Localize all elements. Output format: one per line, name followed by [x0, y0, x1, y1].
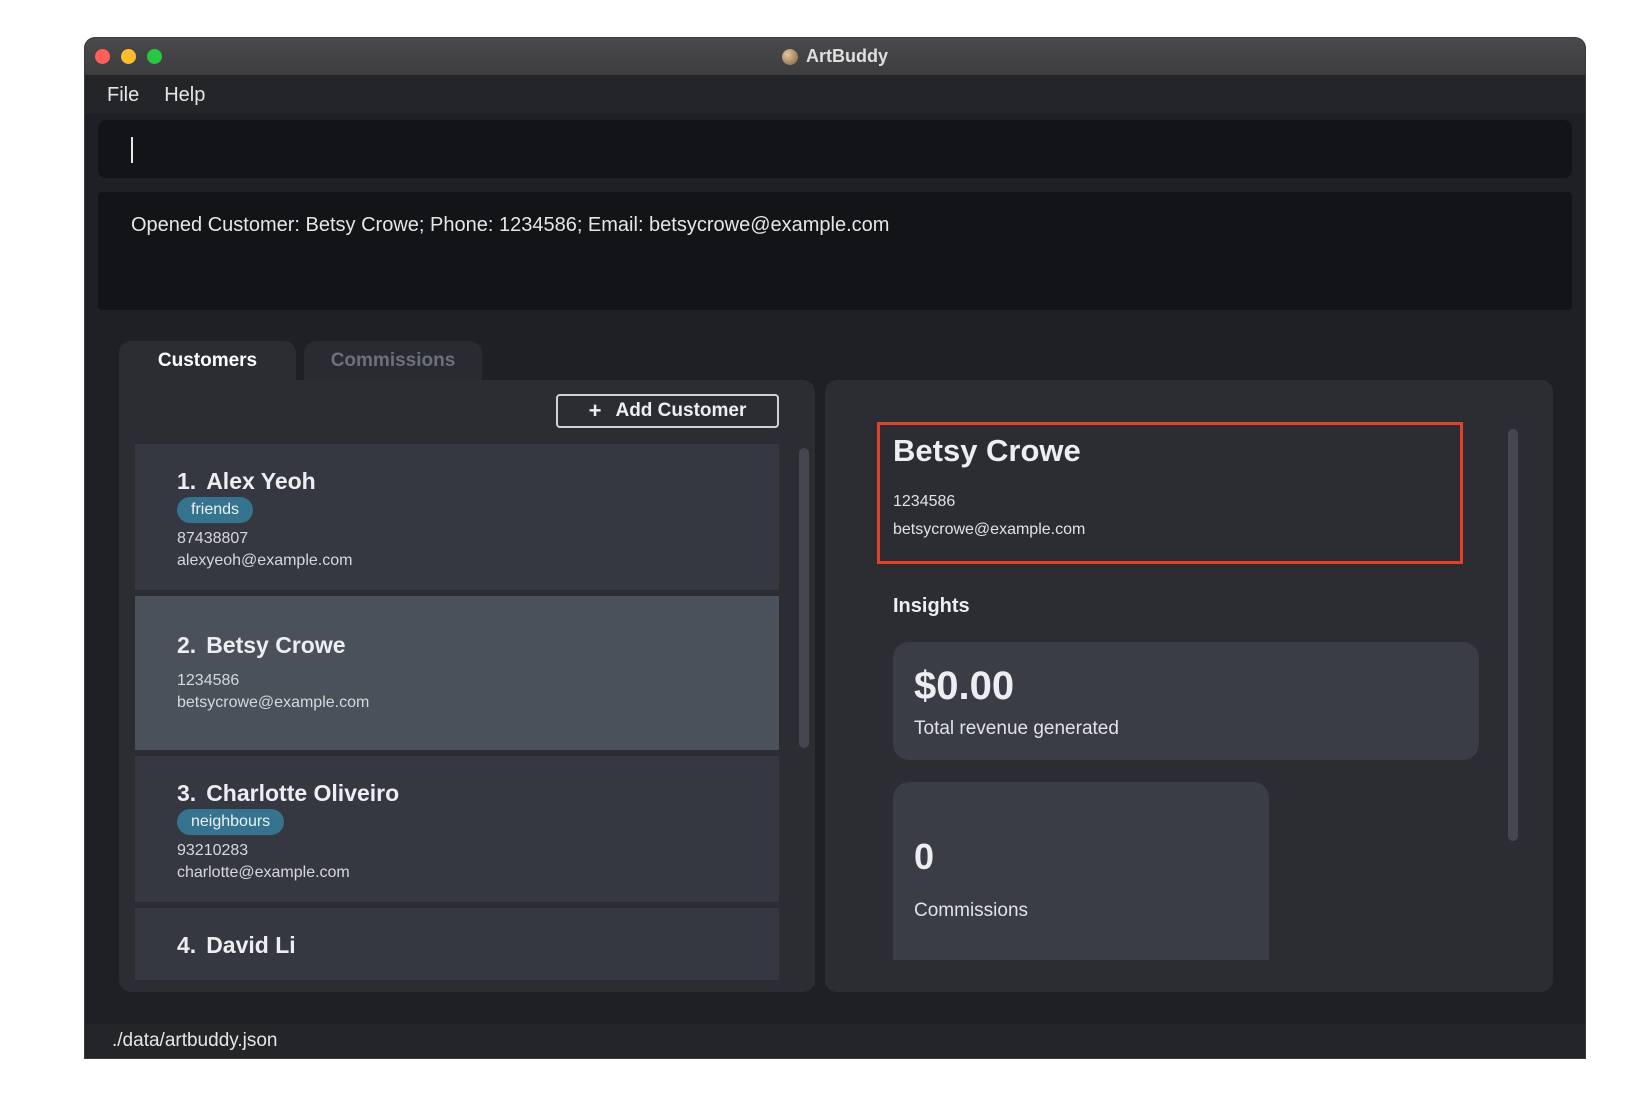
customer-tag: neighbours — [177, 809, 285, 835]
customer-card-selected[interactable]: 2. Betsy Crowe 1234586 betsycrowe@example… — [135, 596, 779, 750]
customer-phone: 87438807 — [177, 530, 249, 547]
customer-email: charlotte@example.com — [177, 864, 350, 881]
customer-tag: friends — [177, 497, 254, 523]
result-message: Opened Customer: Betsy Crowe; Phone: 123… — [131, 214, 890, 236]
detail-email: betsycrowe@example.com — [893, 521, 1086, 538]
result-display: Opened Customer: Betsy Crowe; Phone: 123… — [98, 192, 1572, 310]
customer-card[interactable]: 3. Charlotte Oliveiro neighbours 93210283… — [135, 756, 779, 902]
detail-phone: 1234586 — [893, 493, 956, 510]
palette-icon — [782, 48, 798, 65]
customer-detail-header: Betsy Crowe 1234586 betsycrowe@example.c… — [877, 422, 1463, 564]
commissions-count: 0 — [914, 836, 935, 877]
add-customer-button[interactable]: + Add Customer — [556, 394, 779, 428]
detail-name: Betsy Crowe — [893, 433, 1081, 468]
customer-list-scrollbar[interactable] — [799, 448, 809, 748]
customer-name: 2. Betsy Crowe — [177, 632, 346, 658]
app-window: ArtBuddy File Help Opened Customer: Bets… — [85, 38, 1585, 1058]
data-file-path: ./data/artbuddy.json — [112, 1030, 278, 1051]
customer-name: 3. Charlotte Oliveiro — [177, 780, 400, 806]
customer-email: betsycrowe@example.com — [177, 694, 370, 711]
detail-scrollbar[interactable] — [1508, 429, 1518, 841]
customer-name: 1. Alex Yeoh — [177, 468, 316, 494]
customer-card[interactable]: 4. David Li — [135, 908, 779, 980]
customer-email: alexyeoh@example.com — [177, 552, 353, 569]
title-bar: ArtBuddy — [85, 38, 1585, 76]
customer-name: 4. David Li — [177, 932, 296, 958]
customer-card[interactable]: 1. Alex Yeoh friends 87438807 alexyeoh@ex… — [135, 444, 779, 590]
status-bar: ./data/artbuddy.json — [85, 1024, 1585, 1058]
commissions-label: Commissions — [914, 900, 1029, 921]
revenue-card: $0.00 Total revenue generated — [893, 642, 1479, 760]
tab-customers[interactable]: Customers — [119, 341, 296, 381]
revenue-label: Total revenue generated — [914, 718, 1119, 739]
window-title: ArtBuddy — [806, 46, 888, 66]
customer-detail-panel: Betsy Crowe 1234586 betsycrowe@example.c… — [825, 380, 1553, 992]
menu-help[interactable]: Help — [164, 84, 205, 107]
customer-list: 1. Alex Yeoh friends 87438807 alexyeoh@ex… — [135, 444, 779, 980]
menu-bar: File Help — [85, 76, 1585, 114]
tab-commissions[interactable]: Commissions — [304, 341, 482, 381]
menu-file[interactable]: File — [107, 84, 139, 107]
command-box[interactable] — [98, 120, 1572, 178]
customer-phone: 93210283 — [177, 842, 249, 859]
customer-phone: 1234586 — [177, 672, 240, 689]
plus-icon: + — [588, 398, 602, 423]
insights-heading: Insights — [893, 595, 970, 617]
revenue-value: $0.00 — [914, 664, 1015, 708]
commissions-count-card: 0 Commissions — [893, 782, 1269, 960]
customer-list-panel: + Add Customer 1. Alex Yeoh friends 87438… — [119, 380, 815, 992]
add-customer-label: Add Customer — [615, 400, 747, 421]
text-caret — [131, 137, 133, 163]
